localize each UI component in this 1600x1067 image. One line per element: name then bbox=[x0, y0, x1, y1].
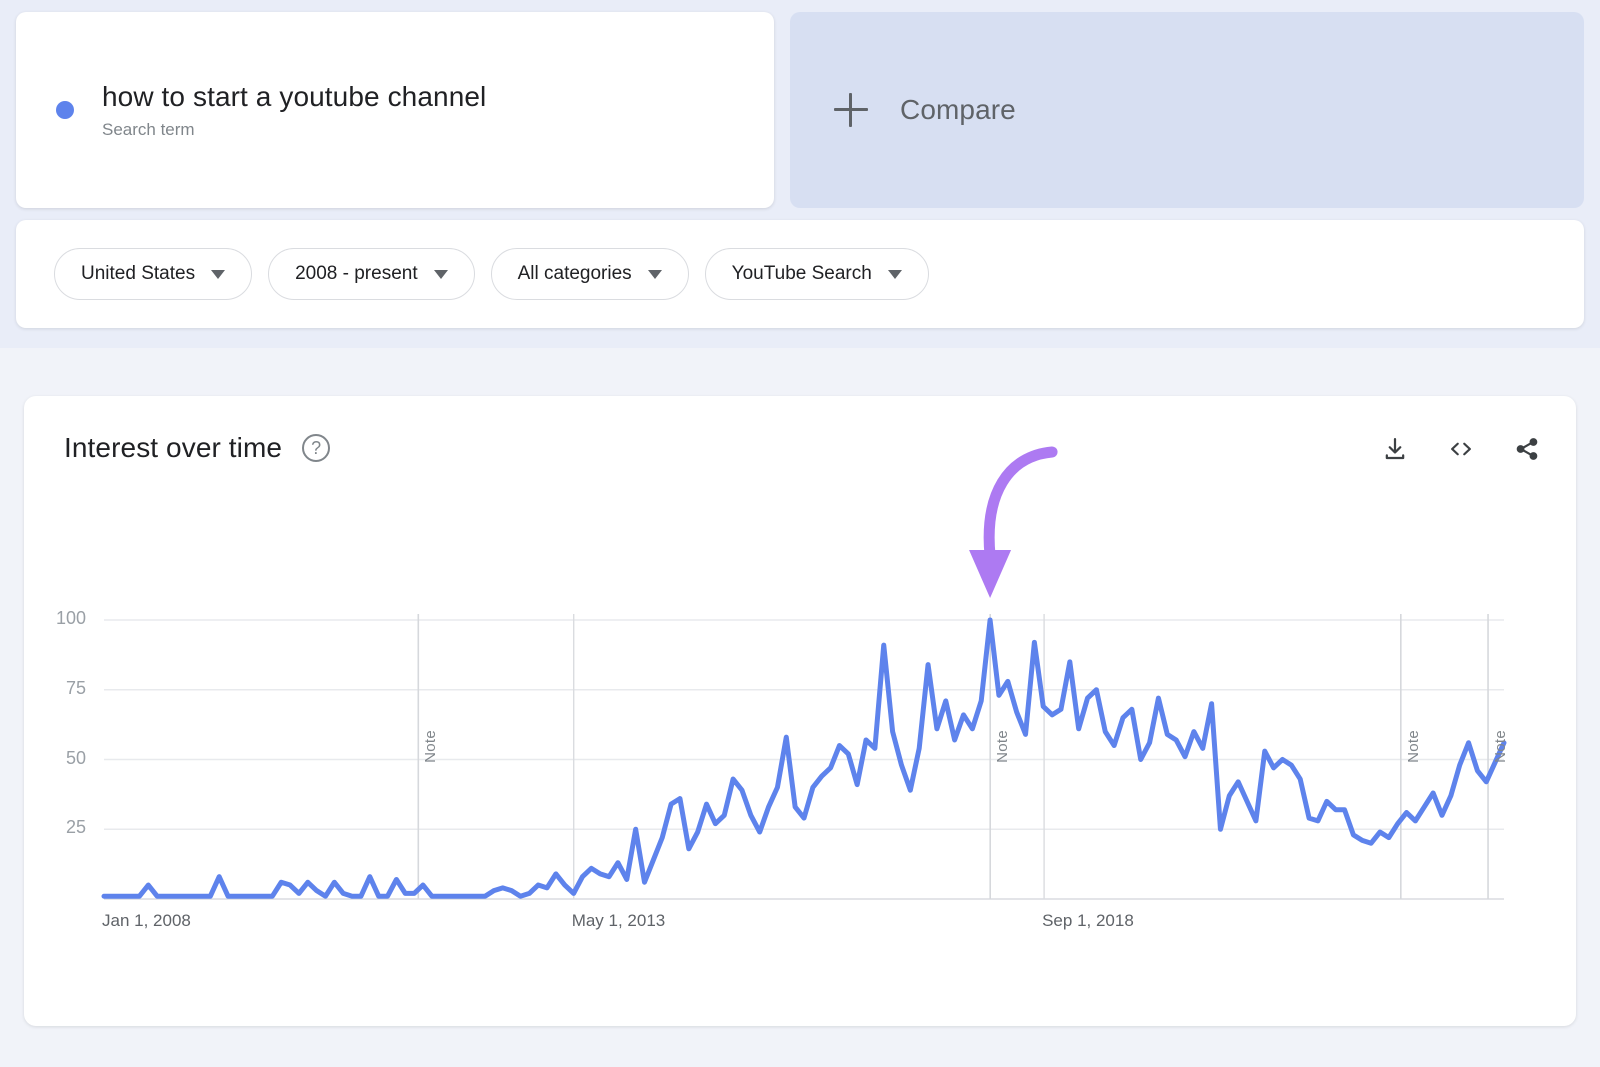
note-marker-label[interactable]: Note bbox=[994, 730, 1011, 763]
trend-line[interactable] bbox=[101, 617, 1507, 899]
filter-location-label: United States bbox=[81, 263, 196, 284]
chart-svg bbox=[101, 446, 1507, 900]
filter-time-range[interactable]: 2008 - present bbox=[268, 248, 475, 300]
chevron-down-icon bbox=[433, 269, 448, 279]
search-terms-row: how to start a youtube channel Search te… bbox=[16, 12, 1584, 208]
series-color-dot bbox=[56, 101, 74, 119]
y-axis-tick-label: 100 bbox=[55, 608, 86, 628]
filter-search-type[interactable]: YouTube Search bbox=[704, 248, 929, 300]
plus-icon bbox=[834, 93, 868, 127]
purple-annotation-arrow bbox=[969, 446, 1058, 598]
interest-over-time-chart: 100 75 50 25 Jan 1, 2008 May 1, 2013 Sep 1, 20… bbox=[24, 396, 1576, 1026]
note-marker-label[interactable]: Note bbox=[422, 730, 439, 763]
chevron-down-icon bbox=[647, 269, 662, 279]
filter-bar: United States 2008 - present All categor… bbox=[16, 220, 1584, 328]
compare-label: Compare bbox=[900, 94, 1016, 125]
y-axis-tick-label: 50 bbox=[65, 747, 86, 768]
search-term-text: how to start a youtube channel Search te… bbox=[102, 80, 486, 140]
search-term-type: Search term bbox=[102, 120, 195, 139]
filter-category-label: All categories bbox=[517, 263, 632, 284]
filter-location[interactable]: United States bbox=[54, 248, 253, 300]
note-marker-label[interactable]: Note bbox=[1492, 730, 1509, 763]
filter-search-type-label: YouTube Search bbox=[731, 263, 872, 284]
chevron-down-icon bbox=[211, 269, 226, 279]
note-marker-label[interactable]: Note bbox=[1405, 730, 1422, 763]
chevron-down-icon bbox=[887, 269, 902, 279]
filter-time-range-label: 2008 - present bbox=[295, 263, 418, 284]
search-term-label: how to start a youtube channel bbox=[102, 81, 487, 112]
x-axis-tick-label: Jan 1, 2008 bbox=[102, 911, 191, 930]
x-axis-tick-label: May 1, 2013 bbox=[571, 911, 666, 930]
y-axis-tick-label: 25 bbox=[65, 817, 86, 838]
interest-over-time-card: Interest over time ? 100 75 50 25 Jan 1,… bbox=[24, 396, 1576, 1026]
y-axis-tick-label: 75 bbox=[65, 677, 86, 698]
compare-button[interactable]: Compare bbox=[790, 12, 1584, 208]
search-term-card[interactable]: how to start a youtube channel Search te… bbox=[16, 12, 774, 208]
filter-category[interactable]: All categories bbox=[490, 248, 689, 300]
x-axis-tick-label: Sep 1, 2018 bbox=[1042, 911, 1134, 930]
page-root: how to start a youtube channel Search te… bbox=[0, 0, 1600, 1067]
